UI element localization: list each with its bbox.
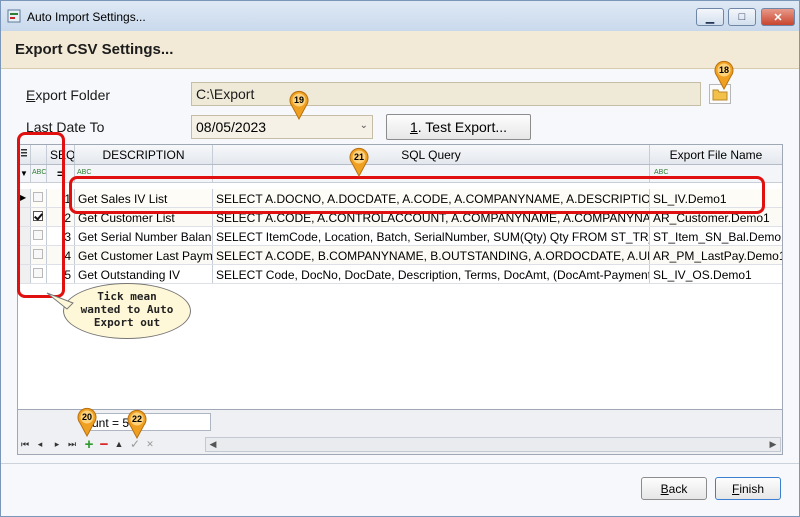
- description-cell[interactable]: Get Serial Number Balance: [75, 227, 213, 245]
- first-record-icon[interactable]: ⏮: [18, 437, 32, 451]
- maximize-button[interactable]: □: [728, 8, 756, 26]
- annotation-pin-19: 19: [287, 90, 311, 121]
- annotation-pin-20: 20: [75, 407, 99, 438]
- add-record-icon[interactable]: +: [82, 436, 96, 453]
- sql-query-cell[interactable]: SELECT A.CODE, B.COMPANYNAME, B.OUTSTAND…: [213, 246, 650, 264]
- selected-row-highlight: [69, 176, 765, 214]
- page-title: Export CSV Settings...: [15, 41, 174, 58]
- cancel-edit-icon[interactable]: ✕: [143, 437, 157, 451]
- description-cell[interactable]: Get Customer Last Payment: [75, 246, 213, 264]
- move-up-icon[interactable]: ▲: [112, 437, 126, 451]
- annotation-pin-21: 21: [347, 147, 371, 178]
- export-folder-label: Export Folder: [26, 87, 111, 103]
- minimize-button[interactable]: ▁: [696, 8, 724, 26]
- app-icon: [7, 9, 21, 23]
- export-file-name-cell[interactable]: AR_PM_LastPay.Demo1: [650, 246, 782, 264]
- chevron-down-icon[interactable]: ⌄: [360, 120, 368, 131]
- sql-query-cell[interactable]: SELECT ItemCode, Location, Batch, Serial…: [213, 227, 650, 245]
- column-header-sql-query[interactable]: SQL Query: [213, 145, 650, 164]
- record-count: unt = 5: [87, 413, 211, 431]
- export-file-name-cell[interactable]: SL_IV_OS.Demo1: [650, 265, 782, 283]
- last-record-icon[interactable]: ⏭: [65, 437, 79, 451]
- delete-record-icon[interactable]: −: [97, 436, 111, 453]
- table-row[interactable]: 4 Get Customer Last Payment SELECT A.COD…: [18, 246, 782, 265]
- prev-record-icon[interactable]: ◂: [33, 437, 47, 451]
- annotation-pin-22: 22: [125, 409, 149, 440]
- post-edit-icon[interactable]: ✓: [128, 437, 142, 451]
- scroll-right-icon[interactable]: ▶: [766, 438, 780, 451]
- bubble-tail-icon: [46, 292, 74, 310]
- scroll-left-icon[interactable]: ◀: [206, 438, 220, 451]
- table-row[interactable]: 5 Get Outstanding IV SELECT Code, DocNo,…: [18, 265, 782, 284]
- last-date-value: 08/05/2023: [196, 119, 267, 135]
- grid-header-row: SEQ DESCRIPTION SQL Query Export File Na…: [18, 145, 782, 165]
- table-row[interactable]: 3 Get Serial Number Balance SELECT ItemC…: [18, 227, 782, 246]
- test-export-button[interactable]: 1. Test Export...: [386, 114, 531, 140]
- last-date-to-input[interactable]: 08/05/2023 ⌄: [191, 115, 373, 139]
- window-title: Auto Import Settings...: [27, 10, 146, 24]
- close-button[interactable]: ✕: [761, 8, 795, 26]
- horizontal-scrollbar[interactable]: ◀ ▶: [205, 437, 781, 452]
- back-button[interactable]: Back: [641, 477, 707, 500]
- annotation-pin-18: 18: [712, 60, 736, 91]
- footer-divider: [1, 463, 799, 464]
- description-cell[interactable]: Get Outstanding IV: [75, 265, 213, 283]
- annotation-bubble: Tick mean wanted to Auto Export out: [63, 283, 191, 339]
- finish-button[interactable]: Finish: [715, 477, 781, 500]
- next-record-icon[interactable]: ▸: [50, 437, 64, 451]
- auto-import-settings-window: Auto Import Settings... ▁ □ ✕ Export CSV…: [0, 0, 800, 517]
- checkbox-column-highlight: [17, 132, 65, 298]
- export-file-name-cell[interactable]: ST_Item_SN_Bal.Demo1: [650, 227, 782, 245]
- column-header-export-file-name[interactable]: Export File Name: [650, 145, 782, 164]
- column-header-description[interactable]: DESCRIPTION: [75, 145, 213, 164]
- page-header: Export CSV Settings...: [1, 31, 799, 69]
- title-bar: Auto Import Settings... ▁ □ ✕: [1, 1, 799, 31]
- sql-query-cell[interactable]: SELECT Code, DocNo, DocDate, Description…: [213, 265, 650, 283]
- export-folder-input[interactable]: C:\Export: [191, 82, 701, 106]
